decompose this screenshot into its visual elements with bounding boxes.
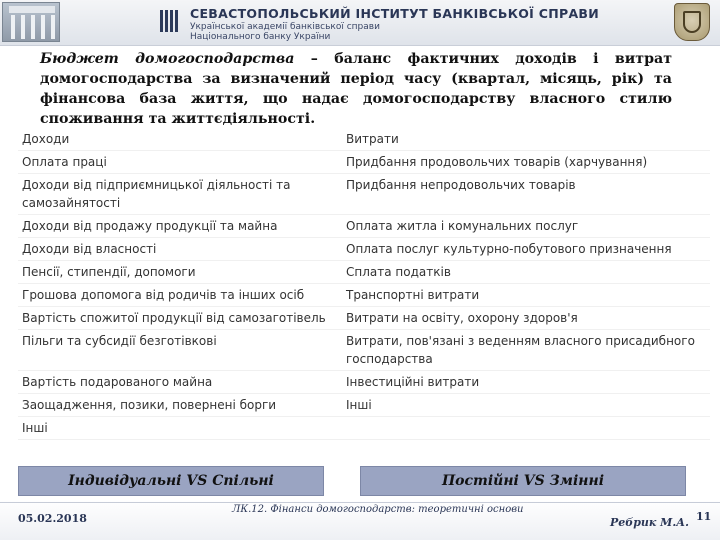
fixed-vs-variable-box: Постійні VS Змінні xyxy=(360,466,686,496)
table-row: Інші xyxy=(18,417,710,440)
income-cell: Оплата праці xyxy=(22,155,107,169)
institute-logo-icon xyxy=(160,10,180,32)
expense-cell: Придбання непродовольчих товарів xyxy=(346,178,576,192)
table-row: Доходи Витрати xyxy=(18,128,710,151)
expense-cell: Оплата житла і комунальних послуг xyxy=(346,219,579,233)
income-cell: Доходи від підприємницької діяльності та… xyxy=(22,178,291,210)
income-cell: Інші xyxy=(22,421,48,435)
slide-header: СЕВАСТОПОЛЬСЬКИЙ ІНСТИТУТ БАНКІВСЬКОЇ СП… xyxy=(0,0,720,46)
lecture-title: ЛК.12. Фінанси домогосподарств: теоретич… xyxy=(232,504,524,515)
table-row: Доходи від підприємницької діяльності та… xyxy=(18,174,710,215)
expense-cell: Оплата послуг культурно-побутового призн… xyxy=(346,242,672,256)
income-expense-table: Доходи Витрати Оплата праці Придбання продо… xyxy=(18,128,710,462)
income-cell: Доходи від продажу продукції та майна xyxy=(22,219,278,233)
income-cell: Вартість спожитої продукції від самозаго… xyxy=(22,311,326,325)
definition-term: Бюджет домогосподарства xyxy=(40,51,295,67)
individual-vs-joint-box: Індивідуальні VS Спільні xyxy=(18,466,324,496)
expense-cell: Придбання продовольчих товарів (харчуван… xyxy=(346,155,648,169)
author-name: Ребрик М.А. xyxy=(610,516,689,529)
income-cell: Заощадження, позики, повернені борги xyxy=(22,398,277,412)
institute-title: СЕВАСТОПОЛЬСЬКИЙ ІНСТИТУТ БАНКІВСЬКОЇ СП… xyxy=(190,6,600,21)
expense-cell: Витрати на освіту, охорону здоров'я xyxy=(346,311,578,325)
table-row: Вартість подарованого майна Інвестиційні … xyxy=(18,371,710,394)
income-cell: Пенсії, стипендії, допомоги xyxy=(22,265,196,279)
expense-cell: Витрати xyxy=(346,132,399,146)
table-row: Доходи від власності Оплата послуг культу… xyxy=(18,238,710,261)
slide-footer: 05.02.2018 ЛК.12. Фінанси домогосподарст… xyxy=(0,500,720,540)
income-cell: Доходи xyxy=(22,132,70,146)
page-number: 11 xyxy=(696,510,712,523)
table-row: Пенсії, стипендії, допомоги Сплата податк… xyxy=(18,261,710,284)
slide-date: 05.02.2018 xyxy=(18,512,87,525)
table-row: Доходи від продажу продукції та майна Опл… xyxy=(18,215,710,238)
footer-divider xyxy=(0,502,720,503)
income-cell: Доходи від власності xyxy=(22,242,157,256)
income-cell: Грошова допомога від родичів та інших ос… xyxy=(22,288,305,302)
table-row: Вартість спожитої продукції від самозаго… xyxy=(18,307,710,330)
expense-cell xyxy=(342,417,710,439)
expense-cell: Витрати, пов'язані з веденням власного п… xyxy=(346,334,695,366)
expense-cell: Інші xyxy=(346,398,372,412)
expense-cell: Сплата податків xyxy=(346,265,451,279)
table-row: Оплата праці Придбання продовольчих товар… xyxy=(18,151,710,174)
definition-paragraph: Бюджет домогосподарства – баланс фактичн… xyxy=(40,49,672,129)
building-logo-icon xyxy=(2,2,60,42)
table-row: Пільги та субсидії безготівкові Витрати, … xyxy=(18,330,710,371)
expense-cell: Інвестиційні витрати xyxy=(346,375,480,389)
income-cell: Вартість подарованого майна xyxy=(22,375,213,389)
table-row: Заощадження, позики, повернені борги Інші xyxy=(18,394,710,417)
institute-subtitle: Української академії банківської справи … xyxy=(190,22,380,42)
table-row: Грошова допомога від родичів та інших ос… xyxy=(18,284,710,307)
expense-cell: Транспортні витрати xyxy=(346,288,480,302)
income-cell: Пільги та субсидії безготівкові xyxy=(22,334,217,348)
coat-of-arms-icon xyxy=(674,3,710,41)
